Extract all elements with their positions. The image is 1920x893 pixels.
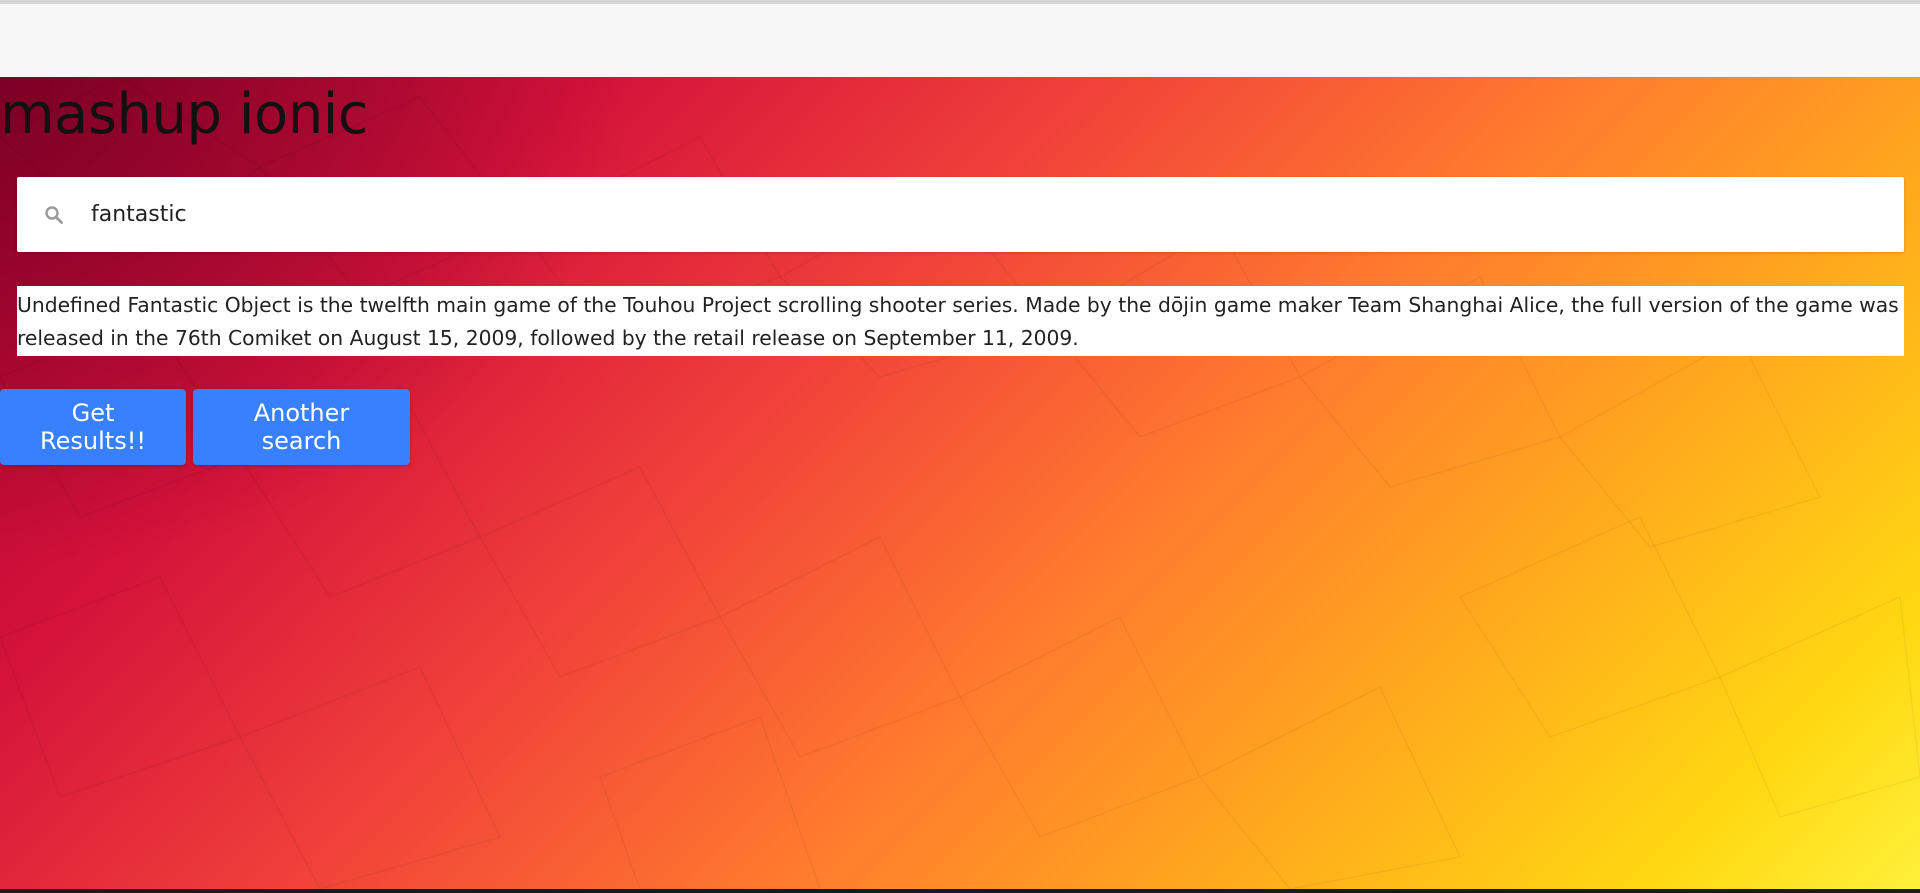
page-title: mashup ionic [0, 82, 369, 147]
result-description: Undefined Fantastic Object is the twelft… [17, 286, 1904, 356]
get-results-button[interactable]: Get Results!! [0, 389, 186, 465]
search-icon [45, 206, 63, 224]
taskbar-edge [0, 889, 1920, 893]
another-search-button[interactable]: Another search [193, 389, 410, 465]
searchbar[interactable] [17, 177, 1904, 252]
browser-toolbar [0, 0, 1920, 77]
search-input[interactable] [73, 177, 1873, 252]
